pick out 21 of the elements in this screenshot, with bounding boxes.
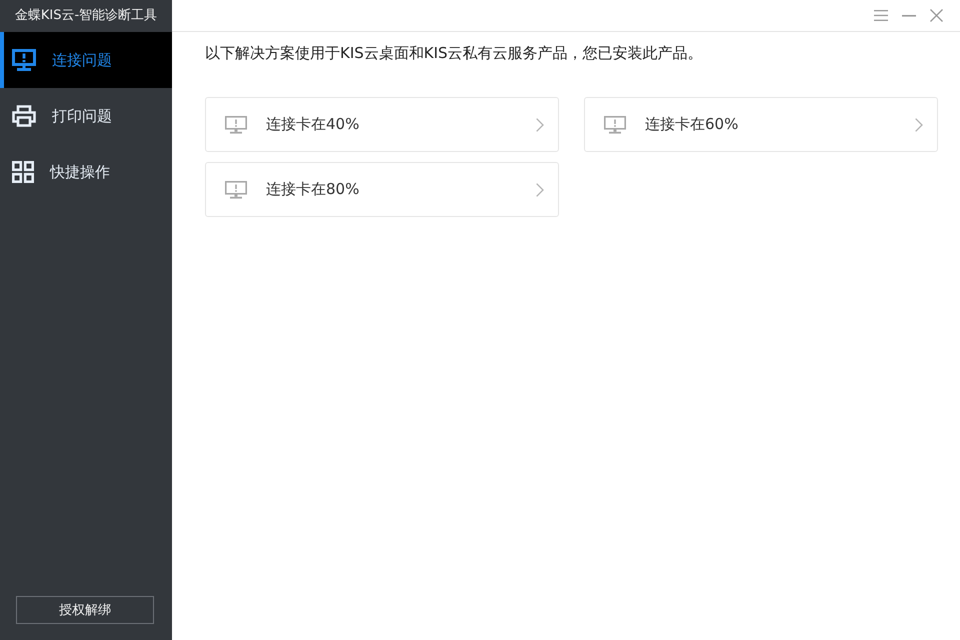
solution-card[interactable]: 连接卡在80% — [205, 162, 559, 217]
solution-card[interactable]: 连接卡在40% — [205, 97, 559, 152]
monitor-icon — [12, 49, 36, 71]
unbind-button[interactable]: 授权解绑 — [16, 596, 154, 624]
sidebar-item[interactable]: 打印问题 — [0, 88, 172, 144]
monitor-icon — [604, 116, 626, 134]
sidebar-item[interactable]: 连接问题 — [0, 32, 172, 88]
minimize-icon[interactable] — [902, 14, 916, 16]
monitor-icon — [225, 180, 247, 198]
menu-icon[interactable] — [874, 10, 888, 21]
intro-text: 以下解决方案使用于KIS云桌面和KIS云私有云服务产品，您已安装此产品。 — [205, 43, 704, 64]
printer-icon — [12, 105, 36, 127]
grid-icon — [12, 161, 34, 183]
close-icon[interactable] — [930, 9, 943, 22]
chevron-right-icon — [536, 182, 544, 196]
sidebar-item[interactable]: 快捷操作 — [0, 144, 172, 200]
monitor-icon — [225, 116, 247, 134]
chevron-right-icon — [536, 118, 544, 132]
window-title: 金蝶KIS云-智能诊断工具 — [14, 7, 158, 25]
solution-card[interactable]: 连接卡在60% — [584, 97, 938, 152]
chevron-right-icon — [915, 118, 923, 132]
